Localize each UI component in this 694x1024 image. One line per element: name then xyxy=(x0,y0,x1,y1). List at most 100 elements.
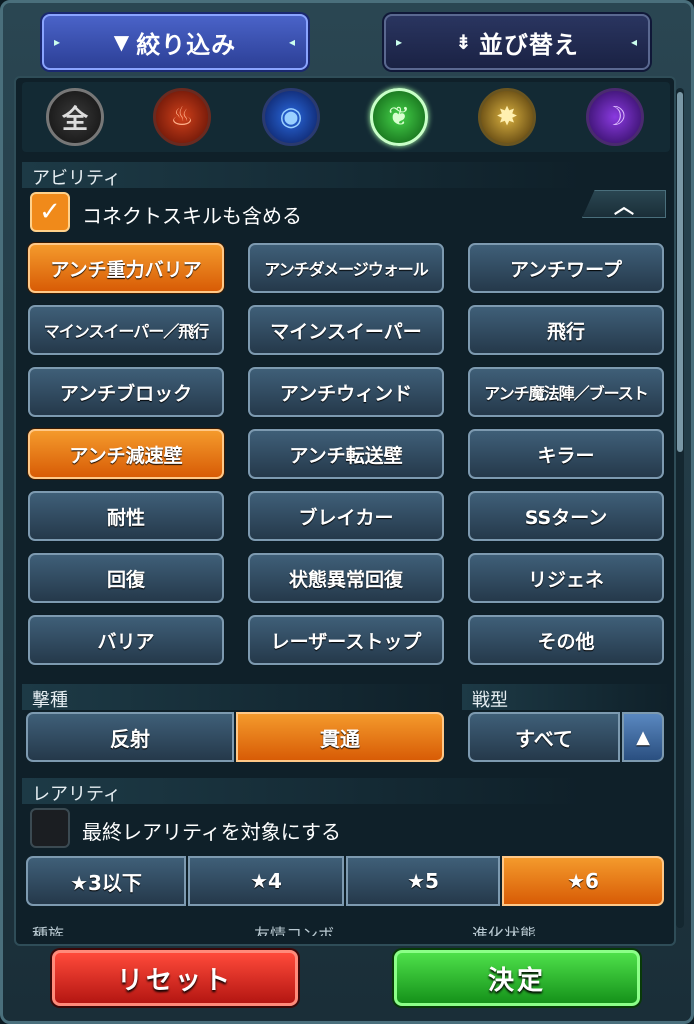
friendship-combo-section-label: 友情コンボ xyxy=(254,925,335,936)
ability-label: マインスイーパー xyxy=(270,320,422,343)
battle-type-dropdown-button[interactable]: ▲ xyxy=(622,712,664,762)
ability-barrier[interactable]: バリア xyxy=(28,615,224,665)
final-rarity-label: 最終レアリティを対象にする xyxy=(82,820,341,844)
ability-label: バリア xyxy=(97,630,155,653)
ability-label: 状態異常回復 xyxy=(288,568,403,591)
element-dark-icon[interactable]: ☽ xyxy=(586,88,644,146)
element-dark-glyph: ☽ xyxy=(603,102,627,132)
rarity-section-label: レアリティ xyxy=(32,784,121,805)
confirm-button[interactable]: 決定 xyxy=(394,950,640,1006)
chevron-up-icon: ︿ xyxy=(614,193,634,218)
triangle-up-icon: ▲ xyxy=(636,726,650,748)
attack-type-label: 貫通 xyxy=(320,726,360,751)
battle-type-select[interactable]: すべて xyxy=(468,712,620,762)
battle-type-section-label: 戦型 xyxy=(472,690,508,711)
attack-type-label: 反射 xyxy=(110,726,150,751)
ability-recovery[interactable]: 回復 xyxy=(28,553,224,603)
rarity-6[interactable]: ★6 xyxy=(502,856,664,906)
ability-label: SSターン xyxy=(524,506,608,529)
attack-type-section-label: 撃種 xyxy=(32,690,68,711)
element-fire-icon[interactable]: ♨ xyxy=(153,88,211,146)
tribe-section-label: 種族 xyxy=(32,925,65,936)
element-all-icon[interactable]: 全 xyxy=(46,88,104,146)
ability-flying[interactable]: 飛行 xyxy=(468,305,664,355)
ability-label: アンチ魔法陣／ブースト xyxy=(484,384,649,403)
element-light-glyph: ✸ xyxy=(496,102,518,132)
attack-type-reflect[interactable]: 反射 xyxy=(26,712,234,762)
battle-type-value: すべて xyxy=(515,726,573,751)
reset-button[interactable]: リセット xyxy=(52,950,298,1006)
ability-label: ブレイカー xyxy=(298,506,394,529)
ability-label: アンチ転送壁 xyxy=(289,444,403,467)
ability-label: アンチウィンド xyxy=(279,382,413,405)
ability-label: リジェネ xyxy=(527,568,604,591)
ability-killer[interactable]: キラー xyxy=(468,429,664,479)
confirm-label: 決定 xyxy=(487,965,546,996)
rarity-5[interactable]: ★5 xyxy=(346,856,500,906)
tab-filter-label: 絞り込み xyxy=(136,30,237,59)
rarity-3-or-less[interactable]: ★3以下 xyxy=(26,856,186,906)
arrow-right-icon: ◂ xyxy=(288,35,296,49)
ability-label: 飛行 xyxy=(546,320,585,343)
ability-anti-slow-wall[interactable]: アンチ減速壁 xyxy=(28,429,224,479)
attack-type-header-bar xyxy=(22,684,452,710)
collapse-button[interactable]: ︿ xyxy=(582,190,666,218)
ability-regenerate[interactable]: リジェネ xyxy=(468,553,664,603)
element-all-glyph: 全 xyxy=(61,104,88,135)
ability-anti-warp[interactable]: アンチワープ xyxy=(468,243,664,293)
ability-label: アンチ減速壁 xyxy=(69,444,183,467)
attack-type-pierce[interactable]: 貫通 xyxy=(236,712,444,762)
arrow-left-icon: ▸ xyxy=(396,35,404,49)
ability-label: アンチ重力バリア xyxy=(50,258,202,281)
check-icon: ✓ xyxy=(39,197,61,227)
rarity-label: ★3以下 xyxy=(70,870,142,895)
ability-label: アンチワープ xyxy=(509,258,623,281)
arrow-right-icon: ◂ xyxy=(630,35,638,49)
ability-anti-transfer-wall[interactable]: アンチ転送壁 xyxy=(248,429,444,479)
element-wood-glyph: ❦ xyxy=(388,102,410,132)
ability-label: 回復 xyxy=(106,568,145,591)
ability-laser-stop[interactable]: レーザーストップ xyxy=(248,615,444,665)
element-water-glyph: ◉ xyxy=(279,102,303,132)
ability-label: レーザーストップ xyxy=(270,630,422,653)
ability-other[interactable]: その他 xyxy=(468,615,664,665)
rarity-label: ★5 xyxy=(407,869,439,893)
connect-skill-label: コネクトスキルも含める xyxy=(82,204,302,228)
reset-label: リセット xyxy=(116,965,233,996)
ability-label: アンチブロック xyxy=(59,382,193,405)
rarity-4[interactable]: ★4 xyxy=(188,856,344,906)
tab-filter[interactable]: ▸ ▼ 絞り込み ◂ xyxy=(42,14,308,70)
connect-skill-checkbox[interactable]: ✓ xyxy=(30,192,70,232)
tab-sort-label: 並び替え xyxy=(478,30,579,59)
element-water-icon[interactable]: ◉ xyxy=(262,88,320,146)
element-wood-icon[interactable]: ❦ xyxy=(370,88,428,146)
element-fire-glyph: ♨ xyxy=(170,102,194,132)
rarity-label: ★4 xyxy=(250,869,282,893)
ability-section-label: アビリティ xyxy=(32,168,121,189)
element-light-icon[interactable]: ✸ xyxy=(478,88,536,146)
ability-status-recovery[interactable]: 状態異常回復 xyxy=(248,553,444,603)
arrow-left-icon: ▸ xyxy=(54,35,62,49)
filter-icon: ▼ xyxy=(113,30,131,54)
ability-label: アンチダメージウォール xyxy=(264,260,429,279)
scrollbar-thumb[interactable] xyxy=(677,92,683,452)
ability-anti-gravity-barrier[interactable]: アンチ重力バリア xyxy=(28,243,224,293)
scrollbar[interactable] xyxy=(676,88,684,928)
ability-anti-wind[interactable]: アンチウィンド xyxy=(248,367,444,417)
final-rarity-checkbox[interactable] xyxy=(30,808,70,848)
rarity-label: ★6 xyxy=(567,869,599,893)
ability-label: キラー xyxy=(537,444,595,467)
tab-sort[interactable]: ▸ ⇟ 並び替え ◂ xyxy=(384,14,650,70)
ability-label: 耐性 xyxy=(106,506,145,529)
element-filter-row: 全 ♨ ◉ ❦ ✸ ☽ xyxy=(22,82,670,152)
ability-anti-damage-wall[interactable]: アンチダメージウォール xyxy=(248,243,444,293)
ability-anti-magic-circle-boost[interactable]: アンチ魔法陣／ブースト xyxy=(468,367,664,417)
ability-anti-block[interactable]: アンチブロック xyxy=(28,367,224,417)
ability-resistance[interactable]: 耐性 xyxy=(28,491,224,541)
ability-breaker[interactable]: ブレイカー xyxy=(248,491,444,541)
ability-minesweeper-flying[interactable]: マインスイーパー／飛行 xyxy=(28,305,224,355)
ability-label: マインスイーパー／飛行 xyxy=(43,322,210,341)
ability-minesweeper[interactable]: マインスイーパー xyxy=(248,305,444,355)
sort-icon: ⇟ xyxy=(455,30,473,54)
ability-ss-turn[interactable]: SSターン xyxy=(468,491,664,541)
